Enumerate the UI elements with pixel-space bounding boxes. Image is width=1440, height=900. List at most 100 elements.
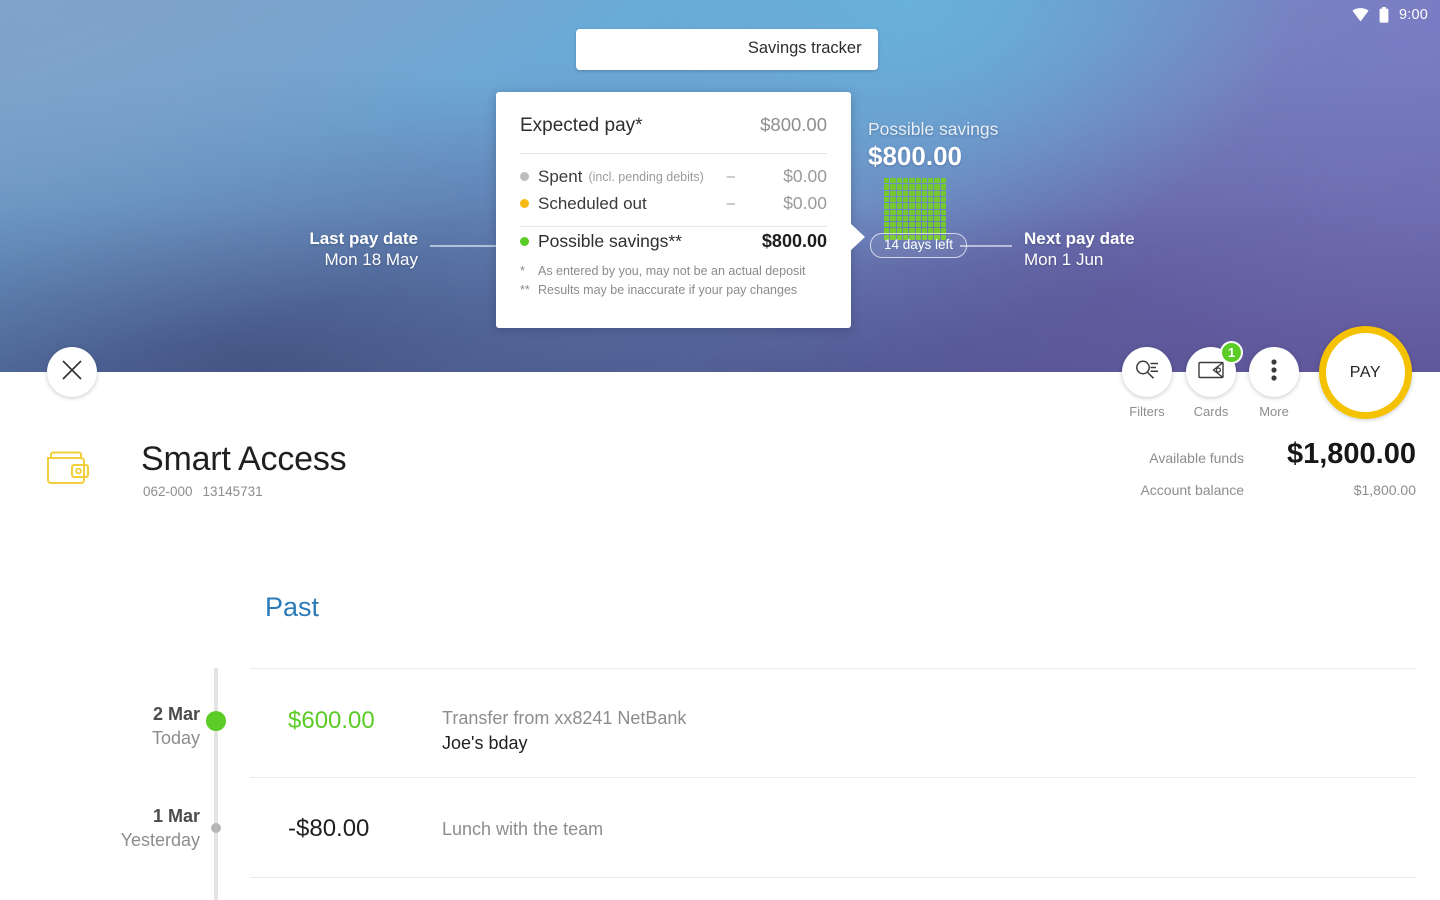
savings-grid-cell: [896, 196, 902, 203]
savings-grid-cell: [884, 222, 890, 228]
spent-dot-icon: [520, 172, 529, 181]
tab-savings-tracker[interactable]: Savings tracker: [731, 29, 878, 70]
scheduled-out-row: Scheduled out – $0.00: [520, 190, 827, 217]
savings-grid-cell: [934, 196, 940, 203]
scheduled-out-amount: $0.00: [783, 193, 827, 213]
savings-grid-cell: [915, 178, 921, 184]
savings-grid-cell: [915, 190, 921, 196]
timeline-connector-right: [960, 245, 1012, 247]
close-button[interactable]: [47, 347, 97, 397]
transaction-date-day: 2 Mar: [152, 704, 200, 724]
last-pay-date-value: Mon 18 May: [324, 250, 418, 269]
account-acct-no: 13145731: [202, 484, 263, 499]
savings-grid-cell: [928, 196, 934, 203]
timeline-rail: [214, 668, 218, 900]
next-pay-date-value: Mon 1 Jun: [1024, 250, 1104, 269]
savings-grid-cell: [896, 222, 902, 228]
savings-grid-cell: [928, 209, 934, 215]
account-name: Smart Access: [141, 440, 347, 478]
savings-grid-cell: [934, 178, 940, 184]
cards-button[interactable]: 1 Cards: [1186, 341, 1243, 419]
savings-grid-cell: [890, 222, 896, 228]
savings-grid-cell: [890, 203, 896, 209]
available-funds-label: Available funds: [1149, 450, 1244, 466]
savings-grid-cell: [915, 196, 921, 203]
spent-dash: –: [726, 168, 735, 185]
savings-grid-cell: [902, 178, 909, 184]
cards-label: Cards: [1193, 404, 1229, 419]
more-button[interactable]: More: [1249, 347, 1299, 419]
savings-grid-cell: [909, 222, 915, 228]
savings-grid-cell: [915, 203, 921, 209]
next-pay-date: Next pay date Mon 1 Jun: [1024, 228, 1264, 271]
transaction-amount: -$80.00: [288, 815, 370, 842]
tab-running-balance[interactable]: Running balance: [576, 29, 732, 70]
savings-grid-cell: [921, 190, 928, 196]
search-filter-icon: [1134, 359, 1160, 386]
more-label: More: [1259, 404, 1289, 419]
savings-grid-cell: [896, 203, 902, 209]
pay-button[interactable]: PAY: [1319, 326, 1412, 419]
savings-grid-cell: [921, 196, 928, 203]
next-pay-date-title: Next pay date: [1024, 229, 1135, 248]
savings-grid-cell: [902, 209, 909, 215]
savings-grid-cell: [940, 215, 946, 222]
footnote-1-marker: *: [520, 264, 525, 278]
scheduled-out-dot-icon: [520, 199, 529, 208]
possible-savings-amount: $800.00: [868, 141, 962, 171]
transaction-date-day: 1 Mar: [152, 806, 200, 826]
transaction-description: Lunch with the team: [442, 817, 603, 842]
savings-grid-cell: [934, 184, 940, 190]
savings-grid-cell: [890, 190, 896, 196]
savings-grid-cell: [896, 178, 902, 184]
battery-icon: [1379, 7, 1389, 23]
timeline-node-today: [206, 711, 226, 731]
more-button-circle[interactable]: [1249, 347, 1299, 397]
savings-grid-cell: [884, 184, 890, 190]
possible-savings-row-amount: $800.00: [761, 230, 827, 251]
savings-grid-cell: [896, 215, 902, 222]
filters-button[interactable]: Filters: [1122, 347, 1172, 419]
transaction-desc-line2: Joe's bday: [442, 733, 528, 753]
last-pay-date: Last pay date Mon 18 May: [186, 228, 418, 271]
card-breakdown-rows: Spent (incl. pending debits) – $0.00 Sch…: [520, 154, 827, 226]
filters-button-circle[interactable]: [1122, 347, 1172, 397]
savings-grid-cell: [940, 222, 946, 228]
transaction-date-relative: Yesterday: [120, 830, 200, 850]
account-bsb: 062-000: [143, 484, 193, 499]
savings-grid-cell: [890, 178, 896, 184]
savings-grid-cell: [921, 184, 928, 190]
transaction-amount: $600.00: [288, 707, 375, 734]
savings-grid-cell: [928, 184, 934, 190]
savings-grid-cell: [940, 203, 946, 209]
savings-grid-cell: [934, 203, 940, 209]
row-divider: [250, 777, 1416, 778]
cards-button-circle[interactable]: 1: [1186, 341, 1243, 397]
view-mode-segmented-control[interactable]: Running balance Savings tracker: [576, 29, 878, 70]
savings-grid-cell: [940, 196, 946, 203]
row-divider: [250, 668, 1416, 669]
savings-grid-cell: [915, 215, 921, 222]
footnote-2: ** Results may be inaccurate if your pay…: [520, 281, 827, 300]
expected-pay-amount: $800.00: [760, 114, 827, 135]
status-bar-clock: 9:00: [1398, 7, 1428, 23]
footnote-1: * As entered by you, may not be an actua…: [520, 262, 827, 281]
row-divider: [250, 877, 1416, 878]
close-icon: [61, 359, 83, 386]
savings-detail-card: Expected pay* $800.00 Spent (incl. pendi…: [496, 92, 865, 328]
savings-grid-cell: [884, 203, 890, 209]
possible-savings-title: Possible savings: [868, 119, 999, 139]
savings-grid-cell: [896, 209, 902, 215]
savings-grid-cell: [902, 222, 909, 228]
footnote-2-text: Results may be inaccurate if your pay ch…: [538, 283, 798, 297]
savings-grid-cell: [921, 222, 928, 228]
savings-grid-cell: [928, 215, 934, 222]
savings-grid-cell: [890, 196, 896, 203]
savings-grid-cell: [934, 190, 940, 196]
savings-grid-cell: [921, 203, 928, 209]
savings-grid-cell: [915, 222, 921, 228]
savings-grid-cell: [921, 178, 928, 184]
scheduled-out-label: Scheduled out: [538, 193, 647, 213]
scheduled-out-dash: –: [726, 195, 735, 212]
cards-badge: 1: [1220, 341, 1243, 364]
